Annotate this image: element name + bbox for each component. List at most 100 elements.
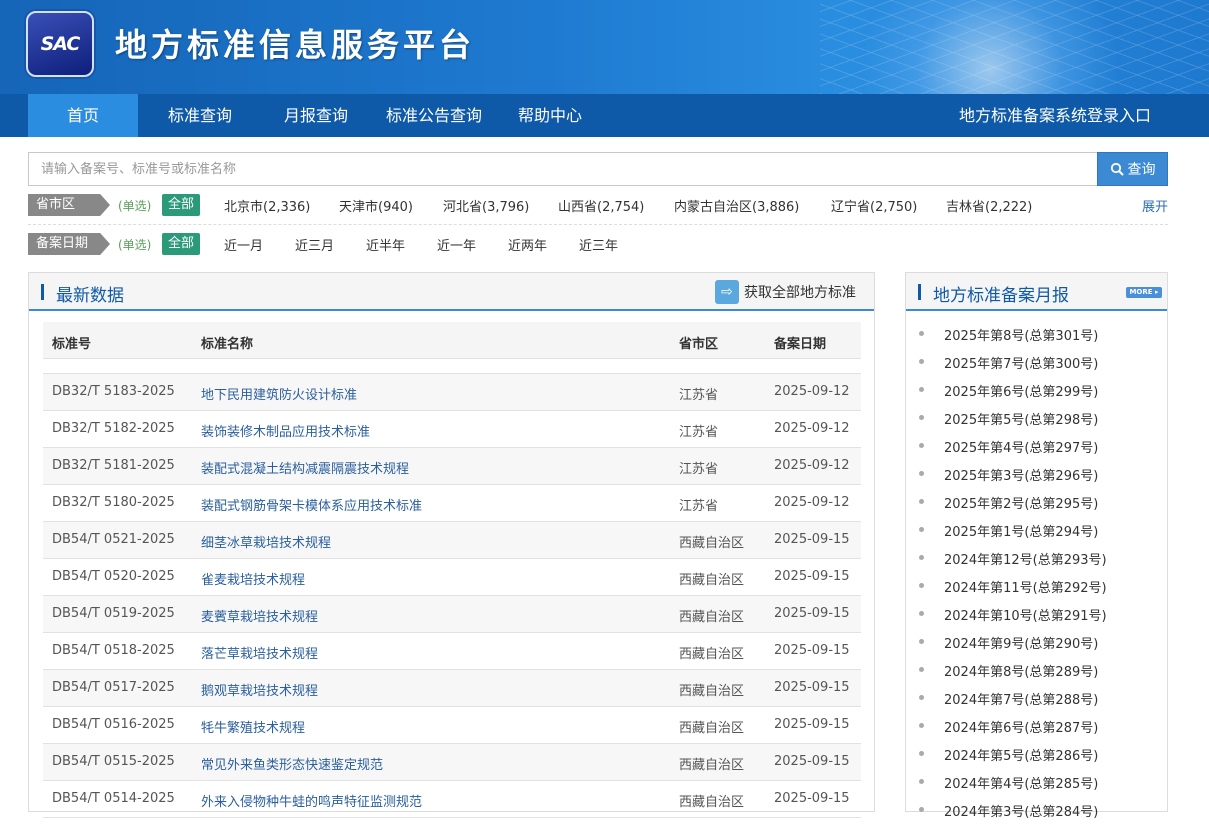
standard-number-cell: DB32/T 5181-2025 — [52, 458, 175, 473]
standard-name-link[interactable]: 外来入侵物种牛蛙的鸣声特征监测规范 — [201, 791, 422, 810]
province-option[interactable]: 北京市(2,336) — [224, 196, 310, 215]
province-option[interactable]: 河北省(3,796) — [443, 196, 529, 215]
monthly-report-item[interactable]: 2025年第8号(总第301号) — [906, 321, 1167, 349]
search-input[interactable] — [29, 153, 1098, 185]
monthly-report-link[interactable]: 2025年第6号(总第299号) — [944, 381, 1098, 400]
standard-name-link[interactable]: 细茎冰草栽培技术规程 — [201, 532, 331, 551]
date-filter: 备案日期 (单选) 全部 近一月 近三月 近半年 近一年 近两年 近三年 — [28, 233, 1168, 255]
monthly-report-link[interactable]: 2025年第1号(总第294号) — [944, 521, 1098, 540]
monthly-report-link[interactable]: 2025年第4号(总第297号) — [944, 437, 1098, 456]
province-single-select-hint: (单选) — [118, 199, 152, 213]
date-option[interactable]: 近两年 — [508, 235, 547, 254]
search-button[interactable]: 查询 — [1097, 152, 1168, 186]
get-all-standards-link[interactable]: ⇨ 获取全部地方标准 — [715, 280, 856, 304]
monthly-report-item[interactable]: 2024年第3号(总第284号) — [906, 797, 1167, 825]
more-button[interactable]: MORE ▸ — [1126, 287, 1162, 298]
date-option[interactable]: 近一年 — [437, 235, 476, 254]
date-all-option[interactable]: 全部 — [162, 233, 201, 255]
col-standard-name: 标准名称 — [201, 337, 254, 352]
site-title: 地方标准信息服务平台 — [115, 26, 476, 64]
standard-name-link[interactable]: 落芒草栽培技术规程 — [201, 643, 318, 662]
standard-name-link[interactable]: 常见外来鱼类形态快速鉴定规范 — [201, 754, 383, 773]
standard-name-link[interactable]: 雀麦栽培技术规程 — [201, 569, 305, 588]
province-option[interactable]: 山西省(2,754) — [558, 196, 644, 215]
monthly-report-link[interactable]: 2024年第9号(总第290号) — [944, 633, 1098, 652]
monthly-report-link[interactable]: 2024年第8号(总第289号) — [944, 661, 1098, 680]
monthly-report-item[interactable]: 2025年第1号(总第294号) — [906, 517, 1167, 545]
bullet-dot-icon — [919, 527, 924, 532]
monthly-report-item[interactable]: 2024年第12号(总第293号) — [906, 545, 1167, 573]
date-option[interactable]: 近三年 — [579, 235, 618, 254]
date-option[interactable]: 近三月 — [295, 235, 334, 254]
bullet-dot-icon — [919, 751, 924, 756]
monthly-report-item[interactable]: 2024年第6号(总第287号) — [906, 713, 1167, 741]
monthly-report-item[interactable]: 2024年第7号(总第288号) — [906, 685, 1167, 713]
monthly-report-item[interactable]: 2024年第4号(总第285号) — [906, 769, 1167, 797]
nav-help-center[interactable]: 帮助中心 — [508, 94, 592, 137]
standard-name-link[interactable]: 牦牛繁殖技术规程 — [201, 717, 305, 736]
standard-name-link[interactable]: 装配式混凝土结构减震隔震技术规程 — [201, 458, 409, 477]
monthly-report-link[interactable]: 2024年第5号(总第286号) — [944, 745, 1098, 764]
province-all-option[interactable]: 全部 — [162, 194, 201, 216]
monthly-report-panel: 地方标准备案月报 MORE ▸ 2025年第8号(总第301号) 2025年第7号… — [905, 272, 1168, 820]
province-cell: 江苏省 — [679, 425, 719, 440]
title-accent-bar — [918, 284, 921, 300]
nav-home[interactable]: 首页 — [28, 94, 138, 137]
monthly-report-item[interactable]: 2024年第5号(总第286号) — [906, 741, 1167, 769]
monthly-report-item[interactable]: 2024年第10号(总第291号) — [906, 601, 1167, 629]
standard-name-link[interactable]: 鹅观草栽培技术规程 — [201, 680, 318, 699]
province-option[interactable]: 内蒙古自治区(3,886) — [674, 196, 799, 215]
filing-date-cell: 2025-09-12 — [774, 421, 850, 436]
monthly-report-item[interactable]: 2025年第5号(总第298号) — [906, 405, 1167, 433]
date-filter-label: 备案日期 — [28, 233, 110, 255]
monthly-report-link[interactable]: 2025年第3号(总第296号) — [944, 465, 1098, 484]
monthly-report-item[interactable]: 2025年第4号(总第297号) — [906, 433, 1167, 461]
monthly-report-link[interactable]: 2025年第5号(总第298号) — [944, 409, 1098, 428]
monthly-report-link[interactable]: 2025年第7号(总第300号) — [944, 353, 1098, 372]
standard-number-cell: DB54/T 0518-2025 — [52, 643, 175, 658]
filing-date-cell: 2025-09-15 — [774, 569, 850, 584]
table-row: DB54/T 0517-2025 鹅观草栽培技术规程 西藏自治区 2025-09-15 — [43, 670, 861, 707]
monthly-report-item[interactable]: 2025年第3号(总第296号) — [906, 461, 1167, 489]
monthly-report-link[interactable]: 2024年第3号(总第284号) — [944, 801, 1098, 820]
province-option[interactable]: 辽宁省(2,750) — [831, 196, 917, 215]
nav-monthly-query[interactable]: 月报查询 — [266, 94, 366, 137]
standard-number-cell: DB32/T 5183-2025 — [52, 384, 175, 399]
monthly-report-item[interactable]: 2025年第6号(总第299号) — [906, 377, 1167, 405]
standard-name-link[interactable]: 装饰装修木制品应用技术标准 — [201, 421, 370, 440]
filing-date-cell: 2025-09-15 — [774, 754, 850, 769]
monthly-report-item[interactable]: 2025年第7号(总第300号) — [906, 349, 1167, 377]
nav-filing-login[interactable]: 地方标准备案系统登录入口 — [950, 94, 1160, 137]
monthly-report-link[interactable]: 2024年第10号(总第291号) — [944, 605, 1107, 624]
nav-standard-query[interactable]: 标准查询 — [150, 94, 250, 137]
standard-number-cell: DB54/T 0520-2025 — [52, 569, 175, 584]
standard-name-link[interactable]: 地下民用建筑防火设计标准 — [201, 384, 357, 403]
table-row: DB32/T 5183-2025 地下民用建筑防火设计标准 江苏省 2025-09-1… — [43, 374, 861, 411]
monthly-report-item[interactable]: 2024年第8号(总第289号) — [906, 657, 1167, 685]
province-option[interactable]: 天津市(940) — [339, 196, 413, 215]
nav-announcement-query[interactable]: 标准公告查询 — [378, 94, 490, 137]
date-option[interactable]: 近半年 — [366, 235, 405, 254]
monthly-report-link[interactable]: 2025年第2号(总第295号) — [944, 493, 1098, 512]
province-cell: 西藏自治区 — [679, 536, 745, 551]
expand-provinces-link[interactable]: 展开 — [1142, 196, 1168, 215]
monthly-report-link[interactable]: 2024年第6号(总第287号) — [944, 717, 1098, 736]
monthly-report-link[interactable]: 2024年第4号(总第285号) — [944, 773, 1098, 792]
table-row: DB54/T 0514-2025 外来入侵物种牛蛙的鸣声特征监测规范 西藏自治区 20… — [43, 781, 861, 818]
monthly-report-item[interactable]: 2025年第2号(总第295号) — [906, 489, 1167, 517]
province-cell: 西藏自治区 — [679, 647, 745, 662]
date-option[interactable]: 近一月 — [224, 235, 263, 254]
province-option[interactable]: 吉林省(2,222) — [946, 196, 1032, 215]
monthly-report-item[interactable]: 2024年第11号(总第292号) — [906, 573, 1167, 601]
monthly-report-link[interactable]: 2024年第7号(总第288号) — [944, 689, 1098, 708]
col-standard-number: 标准号 — [52, 337, 92, 352]
monthly-report-item[interactable]: 2024年第9号(总第290号) — [906, 629, 1167, 657]
monthly-report-link[interactable]: 2025年第8号(总第301号) — [944, 325, 1098, 344]
standard-number-cell: DB54/T 0514-2025 — [52, 791, 175, 806]
monthly-report-link[interactable]: 2024年第12号(总第293号) — [944, 549, 1107, 568]
sac-logo[interactable]: SAC — [26, 11, 94, 77]
monthly-report-link[interactable]: 2024年第11号(总第292号) — [944, 577, 1107, 596]
standard-name-link[interactable]: 装配式钢筋骨架卡模体系应用技术标准 — [201, 495, 422, 514]
bullet-dot-icon — [919, 807, 924, 812]
standard-name-link[interactable]: 麦薲草栽培技术规程 — [201, 606, 318, 625]
